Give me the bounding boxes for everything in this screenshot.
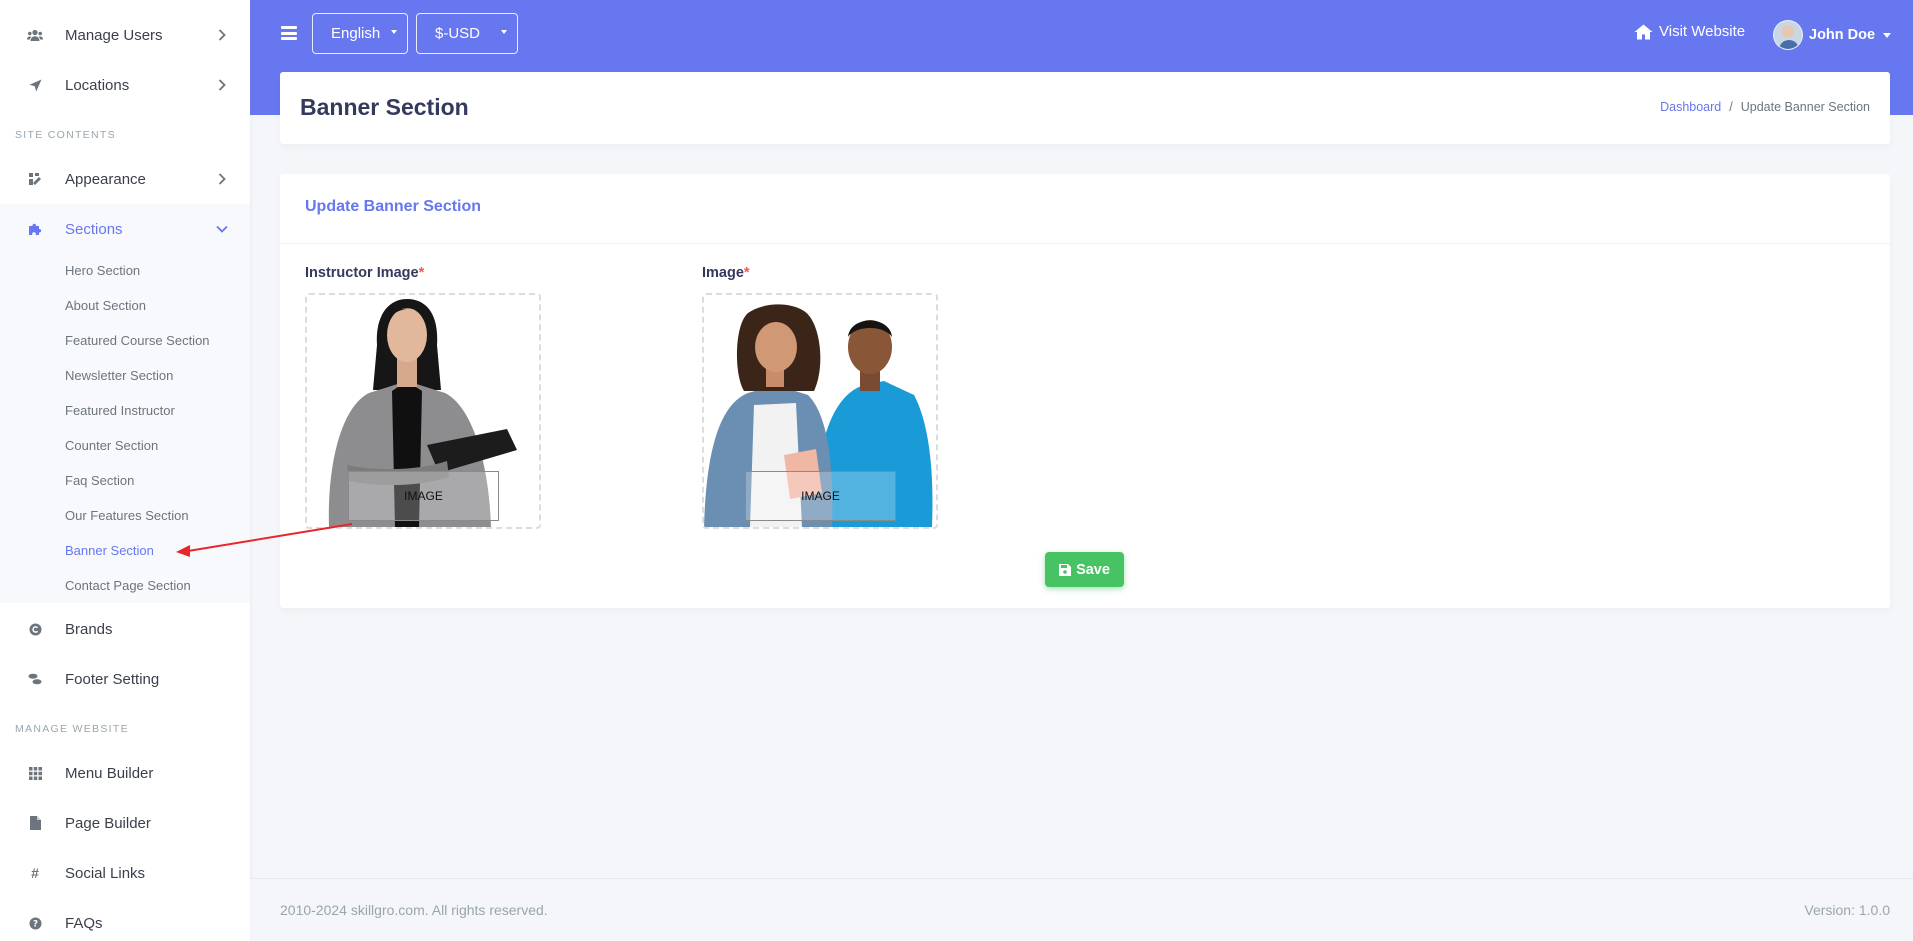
save-button[interactable]: Save — [1045, 552, 1124, 587]
caret-down-icon — [501, 30, 507, 34]
chevron-right-icon — [216, 173, 228, 185]
submenu-item-contact-page-section[interactable]: Contact Page Section — [65, 578, 191, 593]
update-banner-card: Update Banner Section Instructor Image* … — [280, 174, 1890, 608]
page-footer: 2010-2024 skillgro.com. All rights reser… — [250, 878, 1913, 941]
submenu-item-hero-section[interactable]: Hero Section — [65, 263, 140, 278]
sidebar-item-social-links[interactable]: # Social Links — [0, 848, 250, 898]
chevron-right-icon — [216, 79, 228, 91]
banner-image-upload[interactable]: IMAGE — [702, 293, 938, 529]
shoe-prints-icon — [26, 670, 44, 688]
breadcrumb-separator: / — [1729, 100, 1733, 114]
chevron-down-icon — [216, 223, 228, 235]
currency-select[interactable]: $-USD — [416, 13, 518, 54]
user-menu[interactable]: John Doe — [1773, 20, 1892, 50]
sidebar-item-locations[interactable]: Locations — [0, 60, 250, 110]
instructor-image-label-text: Instructor Image — [305, 265, 419, 281]
language-select-value: English — [331, 25, 381, 42]
location-arrow-icon — [26, 76, 44, 94]
image-placeholder-label: IMAGE — [348, 471, 499, 521]
users-icon — [26, 26, 44, 44]
save-button-label: Save — [1076, 561, 1110, 578]
footer-copyright: 2010-2024 skillgro.com. All rights reser… — [280, 902, 548, 918]
sidebar-item-label: Brands — [65, 620, 113, 638]
sidebar: Manage Users Locations SITE CONTENTS App… — [0, 0, 250, 941]
image-label: Image* — [702, 265, 750, 281]
sidebar-item-appearance[interactable]: Appearance — [0, 154, 250, 204]
card-title: Update Banner Section — [305, 198, 482, 215]
sidebar-item-label: Social Links — [65, 864, 146, 882]
sidebar-item-manage-users[interactable]: Manage Users — [0, 10, 250, 60]
sidebar-section-header: MANAGE WEBSITE — [15, 723, 129, 735]
sidebar-item-sections[interactable]: Sections — [0, 204, 250, 254]
file-icon — [26, 814, 44, 832]
grid-icon — [26, 764, 44, 782]
submenu-item-about-section[interactable]: About Section — [65, 298, 146, 313]
visit-website-link[interactable]: Visit Website — [1634, 23, 1745, 40]
submenu-item-newsletter-section[interactable]: Newsletter Section — [65, 368, 173, 383]
submenu-item-counter-section[interactable]: Counter Section — [65, 438, 158, 453]
save-icon — [1059, 563, 1072, 576]
chevron-right-icon — [216, 29, 228, 41]
sidebar-item-label: FAQs — [65, 914, 103, 932]
paint-brush-icon — [26, 170, 44, 188]
instructor-image-label: Instructor Image* — [305, 265, 424, 281]
language-select[interactable]: English — [312, 13, 408, 54]
page-header-card: Banner Section Dashboard / Update Banner S… — [280, 72, 1890, 144]
sidebar-item-label: Page Builder — [65, 814, 151, 832]
submenu-item-featured-instructor[interactable]: Featured Instructor — [65, 403, 175, 418]
sidebar-item-label: Appearance — [65, 170, 146, 188]
currency-select-value: $-USD — [435, 25, 481, 42]
caret-down-icon — [391, 30, 397, 34]
home-icon — [1634, 24, 1653, 39]
sidebar-item-brands[interactable]: Brands — [0, 604, 250, 654]
copyright-icon — [26, 620, 44, 638]
sidebar-item-label: Sections — [65, 220, 123, 238]
submenu-item-our-features-section[interactable]: Our Features Section — [65, 508, 189, 523]
submenu-item-featured-course-section[interactable]: Featured Course Section — [65, 333, 210, 348]
sidebar-item-label: Locations — [65, 76, 130, 94]
user-name: John Doe — [1809, 27, 1876, 43]
sidebar-item-footer-setting[interactable]: Footer Setting — [0, 654, 250, 704]
sections-submenu: Hero Section About Section Featured Cour… — [0, 253, 250, 603]
breadcrumb-dashboard-link[interactable]: Dashboard — [1660, 100, 1721, 114]
image-placeholder-label: IMAGE — [745, 471, 896, 521]
instructor-image-upload[interactable]: IMAGE — [305, 293, 541, 529]
breadcrumb: Dashboard / Update Banner Section — [1660, 100, 1870, 114]
avatar — [1773, 20, 1803, 50]
question-circle-icon: ? — [26, 914, 44, 932]
sidebar-item-page-builder[interactable]: Page Builder — [0, 798, 250, 848]
hamburger-menu-icon[interactable] — [281, 26, 297, 40]
card-header: Update Banner Section — [280, 174, 1890, 244]
required-mark: * — [418, 265, 425, 281]
required-mark: * — [743, 265, 750, 281]
sidebar-item-label: Footer Setting — [65, 670, 160, 688]
caret-down-icon — [1883, 32, 1892, 38]
svg-text:?: ? — [32, 919, 37, 929]
visit-website-label: Visit Website — [1659, 23, 1746, 40]
puzzle-piece-icon — [26, 220, 44, 238]
page-title: Banner Section — [300, 94, 469, 120]
footer-version: Version: 1.0.0 — [1804, 902, 1890, 918]
sidebar-item-menu-builder[interactable]: Menu Builder — [0, 748, 250, 798]
sidebar-item-label: Manage Users — [65, 26, 163, 44]
image-label-text: Image — [702, 265, 744, 281]
sidebar-item-faqs[interactable]: ? FAQs — [0, 898, 250, 941]
sidebar-item-label: Menu Builder — [65, 764, 154, 782]
submenu-item-banner-section[interactable]: Banner Section — [65, 543, 154, 558]
hashtag-icon: # — [31, 865, 39, 881]
submenu-item-faq-section[interactable]: Faq Section — [65, 473, 134, 488]
breadcrumb-current: Update Banner Section — [1740, 100, 1870, 114]
sidebar-section-header: SITE CONTENTS — [15, 129, 116, 141]
